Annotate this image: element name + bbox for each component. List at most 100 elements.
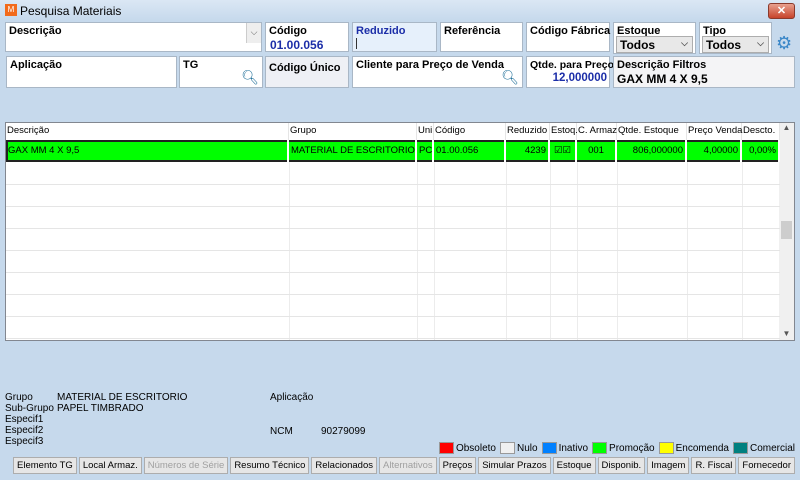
estoque-select[interactable]: Todos ⌵: [616, 36, 693, 53]
legend-swatch: [438, 442, 454, 454]
column-header[interactable]: Qtde. Estoque: [617, 123, 687, 140]
numeros-de-serie-button[interactable]: Números de Série: [143, 457, 229, 474]
aplicacao-detail-label: Aplicação: [270, 392, 314, 403]
vertical-scrollbar[interactable]: ▲ ▼: [779, 123, 794, 340]
results-grid[interactable]: ▲ ▼ Descrição Grupo Uni Código Reduzido Estoq…: [5, 122, 795, 341]
codigo-value: 01.00.056: [270, 38, 324, 52]
column-header[interactable]: Uni: [417, 123, 434, 140]
codigo-label: Código: [269, 25, 307, 37]
column-header[interactable]: Preço Venda: [687, 123, 742, 140]
estoque-group: Estoque Todos ⌵: [613, 22, 696, 54]
descricao-filtros-field: Descrição Filtros GAX MM 4 X 9,5: [613, 56, 795, 88]
action-buttons: Elemento TG Local Armaz. Números de Série R…: [13, 457, 795, 474]
tipo-value: Todos: [706, 38, 742, 52]
descricao-filtros-label: Descrição Filtros: [617, 59, 707, 71]
referencia-label: Referência: [444, 25, 501, 37]
search-icon[interactable]: 🔍︎: [241, 69, 259, 86]
table-cell: GAX MM 4 X 9,5: [6, 140, 289, 162]
disponib-button[interactable]: Disponib.: [597, 457, 646, 474]
resumo-tecnico-button[interactable]: Resumo Técnico: [230, 457, 310, 474]
qtde-label: Qtde. para Preço: [530, 59, 615, 71]
codigo-fabrica-field[interactable]: Código Fábrica: [526, 22, 610, 52]
alternativos-button[interactable]: Alternativos: [379, 457, 437, 474]
descricao-filtros-value: GAX MM 4 X 9,5: [617, 72, 708, 86]
table-cell: 4,00000: [687, 140, 742, 162]
row-divider: [6, 294, 780, 295]
app-icon: M: [5, 4, 17, 16]
subgrupo-label: Sub-Grupo: [5, 403, 54, 414]
legend-swatch: [732, 442, 748, 454]
chevron-down-icon: ⌵: [681, 38, 688, 48]
referencia-field[interactable]: Referência: [440, 22, 523, 52]
codigo-fabrica-label: Código Fábrica: [530, 25, 611, 37]
tg-label: TG: [183, 59, 199, 71]
especif2-label: Especif2: [5, 425, 44, 436]
row-divider: [6, 250, 780, 251]
color-legend: Obsoleto Nulo Inativo Promoção Encomenda Come…: [435, 442, 795, 454]
codigo-unico-label: Código Único: [269, 62, 341, 74]
imagem-button[interactable]: Imagem: [647, 457, 690, 474]
fornecedor-button[interactable]: Fornecedor: [738, 457, 795, 474]
details-values: MATERIAL DE ESCRITORIO PAPEL TIMBRADO: [57, 392, 187, 414]
close-button[interactable]: ✕: [768, 3, 795, 19]
legend-label: Promoção: [609, 442, 655, 454]
local-armaz-button[interactable]: Local Armaz.: [78, 457, 142, 474]
especif3-label: Especif3: [5, 436, 44, 447]
grupo-label: Grupo: [5, 392, 33, 403]
scrollbar-thumb[interactable]: [781, 221, 792, 239]
qtde-field[interactable]: Qtde. para Preço 12,000000: [526, 56, 614, 88]
reduzido-field[interactable]: Reduzido: [352, 22, 437, 52]
column-header[interactable]: Código: [434, 123, 506, 140]
tg-field[interactable]: TG 🔍︎: [179, 56, 263, 88]
reduzido-label: Reduzido: [356, 25, 406, 37]
column-header[interactable]: Estoq.: [550, 123, 578, 140]
column-header[interactable]: Descto.: [742, 123, 780, 140]
qtde-value: 12,000000: [552, 72, 607, 84]
descricao-label: Descrição: [9, 25, 62, 37]
table-cell: 001: [577, 140, 617, 162]
elemento-tg-button[interactable]: Elemento TG: [13, 457, 77, 474]
scroll-down-arrow[interactable]: ▼: [779, 329, 794, 338]
window-title: Pesquisa Materiais: [20, 4, 122, 18]
column-header[interactable]: Reduzido: [506, 123, 550, 140]
legend-label: Nulo: [516, 442, 538, 454]
legend-label: Obsoleto: [455, 442, 496, 454]
row-divider: [6, 338, 780, 339]
table-cell: MATERIAL DE ESCRITORIO: [289, 140, 417, 162]
chevron-down-icon[interactable]: ⌵: [246, 23, 261, 43]
ncm-label: NCM: [270, 426, 293, 437]
legend-swatch: [658, 442, 674, 454]
gear-icon[interactable]: ⚙: [776, 33, 792, 53]
table-cell: 806,000000: [617, 140, 687, 162]
relacionados-button[interactable]: Relacionados: [311, 457, 377, 474]
row-divider: [6, 316, 780, 317]
aplicacao-field[interactable]: Aplicação: [6, 56, 177, 88]
column-header[interactable]: Grupo: [289, 123, 417, 140]
legend-label: Inativo: [558, 442, 589, 454]
column-header[interactable]: Descrição: [6, 123, 289, 140]
column-header[interactable]: C. Armaz: [577, 123, 617, 140]
r-fiscal-button[interactable]: R. Fiscal: [691, 457, 737, 474]
estoque-value: Todos: [620, 38, 656, 52]
descricao-field[interactable]: Descrição ⌵: [5, 22, 262, 52]
tipo-select[interactable]: Todos ⌵: [702, 36, 769, 53]
grupo-value: MATERIAL DE ESCRITORIO: [57, 392, 188, 403]
legend-label: Encomenda: [675, 442, 729, 454]
simular-prazos-button[interactable]: Simular Prazos: [478, 457, 551, 474]
estoque-button[interactable]: Estoque: [552, 457, 596, 474]
table-cell: ☑☑: [550, 140, 577, 162]
legend-swatch: [541, 442, 557, 454]
table-cell: PC: [417, 140, 434, 162]
ncm-value: 90279099: [321, 426, 366, 437]
search-icon[interactable]: 🔍︎: [501, 69, 519, 86]
scroll-up-arrow[interactable]: ▲: [779, 123, 794, 132]
codigo-field[interactable]: Código 01.00.056: [265, 22, 349, 52]
precos-button[interactable]: Preços: [438, 457, 477, 474]
legend-swatch: [592, 442, 608, 454]
text-cursor: [356, 38, 357, 49]
cliente-field[interactable]: Cliente para Preço de Venda 🔍︎: [352, 56, 523, 88]
legend-swatch: [499, 442, 515, 454]
codigo-unico-field[interactable]: Código Único: [265, 56, 349, 88]
row-divider: [6, 272, 780, 273]
table-cell: 01.00.056: [434, 140, 506, 162]
